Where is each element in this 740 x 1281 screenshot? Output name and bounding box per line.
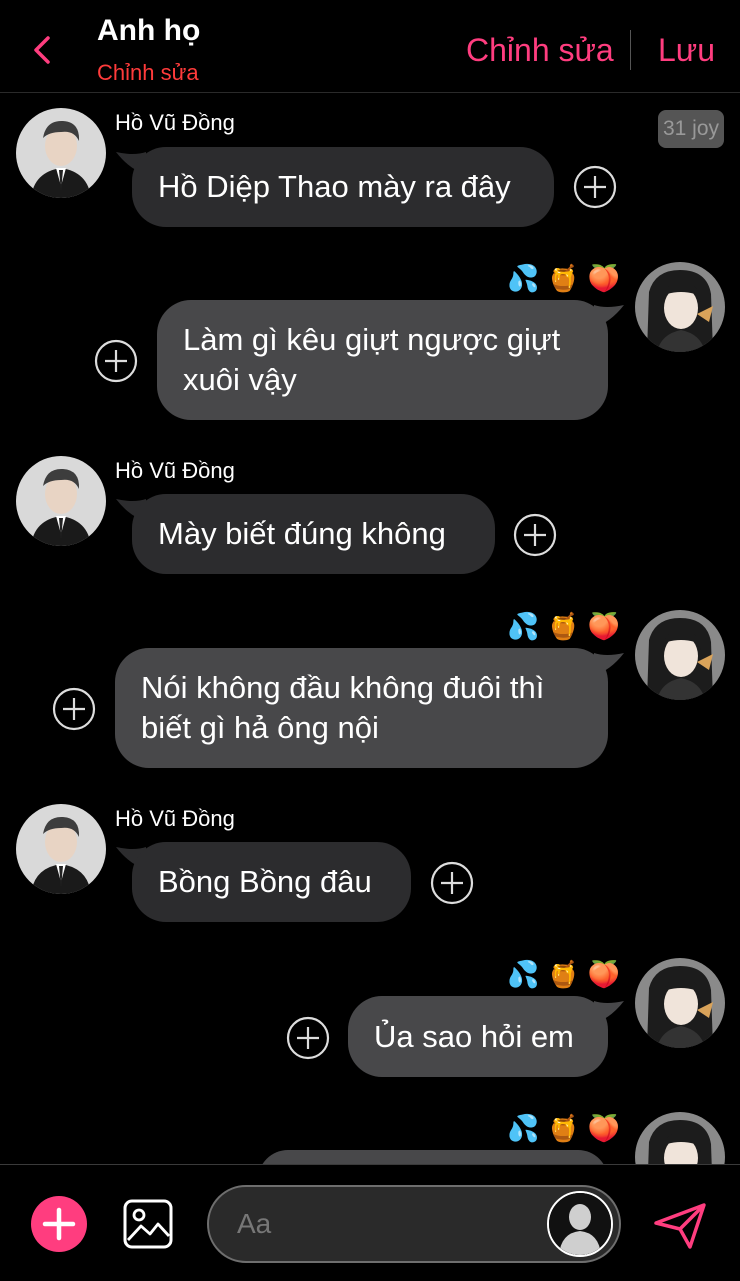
reaction-row: 💦 🍯 🍑 [507, 1113, 620, 1143]
message-line: biết gì hả ông nội [141, 710, 379, 745]
reaction-row: 💦 🍯 🍑 [507, 263, 620, 293]
circle-plus-icon[interactable] [52, 687, 96, 731]
time-badge: 31 joy [658, 110, 724, 148]
own-avatar-image [635, 262, 725, 352]
person-silhouette-icon [549, 1193, 611, 1255]
chat-screen: Anh họ Chỉnh sửa Chỉnh sửa Lưu 31 joy Hồ… [0, 0, 740, 1281]
avatar[interactable] [635, 610, 725, 700]
reaction-row: 💦 🍯 🍑 [507, 959, 620, 989]
avatar[interactable] [635, 958, 725, 1048]
own-avatar-image [635, 610, 725, 700]
circle-plus-icon[interactable] [573, 165, 617, 209]
message-bubble[interactable]: Ủa sao hỏi em [348, 996, 608, 1077]
avatar[interactable] [16, 456, 106, 546]
message-line: Làm gì kêu giựt ngược giựt [183, 322, 561, 357]
plus-icon [42, 1207, 76, 1241]
message-bubble[interactable]: Hồ Diệp Thao mày ra đây [132, 147, 554, 227]
message-line: Nói không đầu không đuôi thì [141, 670, 545, 705]
sender-avatar-image [16, 456, 106, 546]
circle-plus-icon[interactable] [94, 339, 138, 383]
chat-header: Anh họ Chỉnh sửa Chỉnh sửa Lưu [0, 0, 740, 93]
composer-bar [0, 1164, 740, 1281]
sender-name: Hồ Vũ Đồng [115, 110, 235, 135]
circle-plus-icon[interactable] [513, 513, 557, 557]
avatar[interactable] [16, 108, 106, 198]
profile-button[interactable] [547, 1191, 613, 1257]
honey-pot-icon[interactable]: 🍯 [547, 611, 579, 641]
message-bubble[interactable]: Bồng Bồng đâu [132, 842, 411, 922]
peach-icon[interactable]: 🍑 [588, 959, 620, 989]
chat-subtitle[interactable]: Chỉnh sửa [97, 60, 199, 86]
sender-name: Hồ Vũ Đồng [115, 458, 235, 483]
sweat-drops-icon[interactable]: 💦 [507, 611, 539, 641]
sender-avatar-image [16, 804, 106, 894]
message-bubble[interactable]: Mày biết đúng không [132, 494, 495, 574]
sender-avatar-image [16, 108, 106, 198]
add-button[interactable] [31, 1196, 87, 1252]
save-button[interactable]: Lưu [658, 32, 715, 69]
peach-icon[interactable]: 🍑 [588, 611, 620, 641]
image-icon[interactable] [122, 1198, 174, 1250]
peach-icon[interactable]: 🍑 [588, 263, 620, 293]
honey-pot-icon[interactable]: 🍯 [547, 959, 579, 989]
message-line: xuôi vậy [183, 362, 297, 397]
message-input-box [207, 1185, 621, 1263]
reaction-row: 💦 🍯 🍑 [507, 611, 620, 641]
chevron-left-icon[interactable] [28, 30, 58, 70]
edit-button[interactable]: Chỉnh sửa [466, 32, 614, 69]
avatar[interactable] [635, 262, 725, 352]
avatar[interactable] [16, 804, 106, 894]
sweat-drops-icon[interactable]: 💦 [507, 1113, 539, 1143]
circle-plus-icon[interactable] [286, 1016, 330, 1060]
sweat-drops-icon[interactable]: 💦 [507, 263, 539, 293]
honey-pot-icon[interactable]: 🍯 [547, 263, 579, 293]
message-bubble[interactable]: Nói không đầu không đuôi thì biết gì hả … [115, 648, 608, 768]
peach-icon[interactable]: 🍑 [588, 1113, 620, 1143]
paper-plane-icon[interactable] [652, 1201, 708, 1251]
header-divider [630, 30, 631, 70]
circle-plus-icon[interactable] [430, 861, 474, 905]
chat-title: Anh họ [97, 14, 201, 47]
message-input[interactable] [237, 1201, 537, 1247]
message-bubble[interactable]: Làm gì kêu giựt ngược giựt xuôi vậy [157, 300, 608, 420]
sender-name: Hồ Vũ Đồng [115, 806, 235, 831]
sweat-drops-icon[interactable]: 💦 [507, 959, 539, 989]
honey-pot-icon[interactable]: 🍯 [547, 1113, 579, 1143]
own-avatar-image [635, 958, 725, 1048]
